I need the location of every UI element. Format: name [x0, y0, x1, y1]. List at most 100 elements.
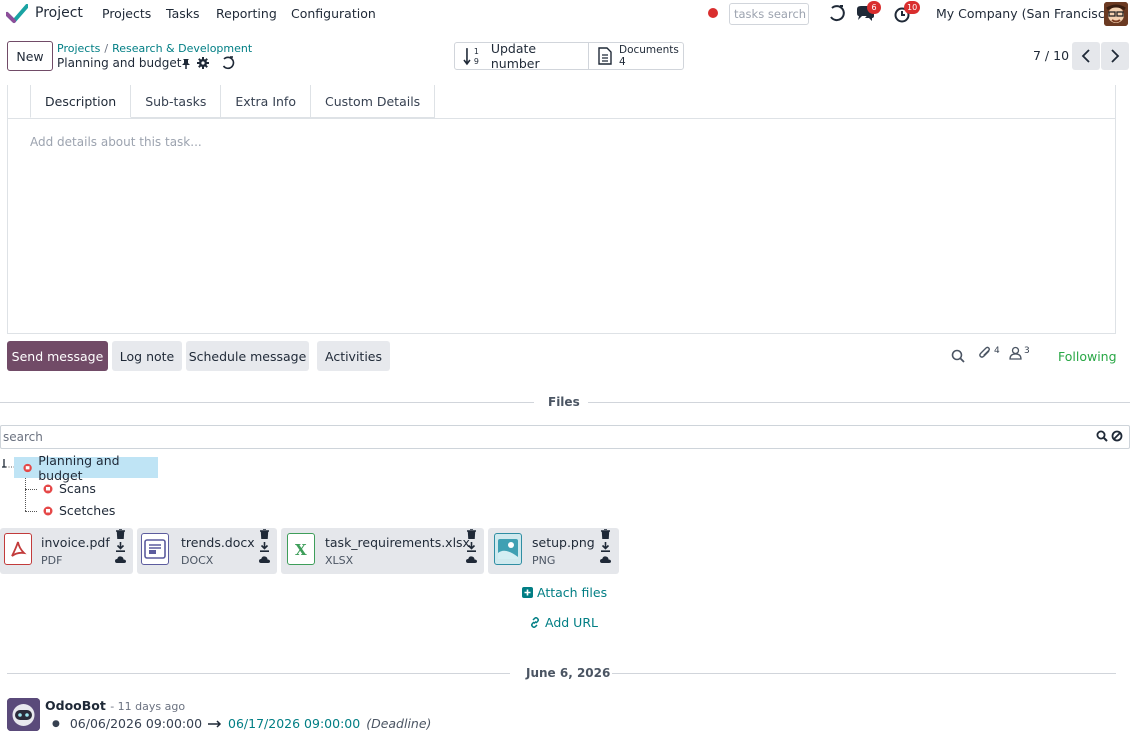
company-switcher[interactable]: My Company (San Francisco): [936, 6, 1117, 21]
files-title: Files: [548, 395, 580, 409]
docx-icon: [141, 533, 169, 565]
cloud-icon[interactable]: [258, 555, 270, 564]
description-editor[interactable]: Add details about this task...: [30, 135, 202, 149]
trash-icon[interactable]: [466, 529, 476, 539]
pin-icon[interactable]: [181, 58, 191, 69]
breadcrumb-research-development[interactable]: Research & Development: [112, 42, 252, 55]
activities-count-badge: 10: [904, 1, 921, 14]
breadcrumb-projects[interactable]: Projects: [57, 42, 100, 55]
app-name[interactable]: Project: [35, 5, 83, 21]
tab-custom-details[interactable]: Custom Details: [310, 85, 436, 118]
gear-icon[interactable]: [197, 57, 209, 69]
tab-extra-info[interactable]: Extra Info: [221, 85, 311, 118]
svg-text:9: 9: [474, 57, 479, 66]
bullet-icon: ●: [52, 718, 60, 729]
plus-square-icon: [522, 587, 533, 598]
attachment-actions: [465, 529, 477, 564]
attachment-card[interactable]: trends.docx DOCX: [137, 528, 277, 574]
update-number-label: Update number: [490, 41, 540, 71]
breadcrumb: Projects / Research & Development: [57, 42, 252, 55]
recording-indicator-icon[interactable]: [708, 8, 718, 18]
folder-icon: [43, 484, 53, 493]
activities-button[interactable]: 10: [894, 1, 924, 24]
download-icon[interactable]: [466, 542, 476, 552]
pager-previous-button[interactable]: [1072, 42, 1100, 70]
menu-projects[interactable]: Projects: [102, 6, 151, 21]
attachment-actions: [114, 529, 126, 564]
attachment-card[interactable]: setup.png PNG: [488, 528, 619, 574]
cloud-icon[interactable]: [465, 555, 477, 564]
search-icon[interactable]: [951, 349, 965, 363]
svg-text:1: 1: [474, 47, 479, 56]
message-author[interactable]: OdooBot: [45, 698, 106, 713]
clear-search-icon[interactable]: [1111, 430, 1123, 442]
log-note-button[interactable]: Log note: [112, 341, 182, 371]
files-divider-left: [0, 402, 534, 403]
tracking-value: ● 06/06/2026 09:00:00 06/17/2026 09:00:0…: [52, 716, 431, 731]
arrow-right-icon: [208, 719, 222, 728]
download-icon[interactable]: [115, 542, 125, 552]
date-divider-right: [612, 673, 1116, 674]
tree-child-label: Scetches: [59, 503, 116, 518]
refresh-icon[interactable]: [828, 4, 846, 24]
update-number-button[interactable]: 1 9 Update number: [455, 41, 589, 71]
download-icon[interactable]: [259, 542, 269, 552]
pdf-icon: [4, 533, 32, 565]
attachment-type: PNG: [532, 554, 556, 567]
attach-files-button[interactable]: Attach files: [522, 585, 607, 600]
odoobot-avatar[interactable]: [7, 698, 40, 731]
message-date: - 11 days ago: [110, 700, 186, 713]
messages-count-badge: 6: [867, 1, 881, 14]
search-icon[interactable]: [1096, 430, 1108, 442]
send-message-button[interactable]: Send message: [7, 341, 108, 371]
xlsx-icon: X: [287, 533, 315, 565]
documents-count: 4: [619, 56, 626, 68]
followers-button[interactable]: 3: [1009, 346, 1030, 360]
menu-configuration[interactable]: Configuration: [291, 6, 376, 21]
paperclip-icon: [979, 346, 990, 358]
download-icon[interactable]: [600, 542, 610, 552]
files-divider-right: [588, 402, 1130, 403]
documents-button[interactable]: Documents 4: [589, 43, 679, 69]
menu-tasks[interactable]: Tasks: [166, 6, 200, 21]
trash-icon[interactable]: [600, 529, 610, 539]
tree-connector: [25, 511, 37, 512]
pager-next-button[interactable]: [1101, 42, 1129, 70]
files-search-input[interactable]: [0, 425, 1130, 449]
tree-folder-scans[interactable]: Scans: [43, 481, 96, 496]
attachment-name: task_requirements.xlsx: [325, 535, 470, 550]
tree-connector: [25, 478, 26, 511]
tab-description[interactable]: Description: [30, 85, 132, 118]
pager-value[interactable]: 7 / 10: [1033, 48, 1069, 63]
top-navbar: Project Projects Tasks Reporting Configu…: [0, 0, 1130, 28]
tree-folder-planning-and-budget[interactable]: Planning and budget: [14, 453, 158, 483]
new-button[interactable]: New: [7, 41, 53, 71]
cloud-icon[interactable]: [599, 555, 611, 564]
following-button[interactable]: Following: [1058, 349, 1117, 364]
messages-button[interactable]: 6: [855, 1, 881, 24]
add-url-button[interactable]: Add URL: [529, 615, 598, 630]
user-avatar[interactable]: [1104, 2, 1128, 26]
tasks-search-input[interactable]: [729, 3, 809, 25]
chevron-left-icon: [1081, 49, 1090, 63]
documents-label: Documents: [619, 44, 679, 56]
attachment-card[interactable]: invoice.pdf PDF: [0, 528, 133, 574]
attachments-button[interactable]: 4: [978, 346, 1000, 360]
attachments-count: 4: [994, 346, 1000, 356]
trash-icon[interactable]: [115, 529, 125, 539]
trash-icon[interactable]: [259, 529, 269, 539]
attachment-card[interactable]: X task_requirements.xlsx XLSX: [281, 528, 484, 574]
project-app-icon[interactable]: [6, 4, 28, 24]
tracked-field: (Deadline): [366, 716, 432, 731]
cloud-icon[interactable]: [114, 555, 126, 564]
chevron-right-icon: [1111, 49, 1120, 63]
tree-folder-scetches[interactable]: Scetches: [43, 503, 115, 518]
tab-sub-tasks[interactable]: Sub-tasks: [131, 85, 222, 118]
menu-reporting[interactable]: Reporting: [216, 6, 277, 21]
svg-text:X: X: [295, 541, 307, 558]
smart-buttons: 1 9 Update number Documents 4: [454, 41, 684, 71]
activities-button[interactable]: Activities: [317, 341, 390, 371]
discard-icon[interactable]: [221, 56, 235, 70]
document-icon: [598, 47, 612, 65]
schedule-message-button[interactable]: Schedule message: [186, 341, 309, 371]
